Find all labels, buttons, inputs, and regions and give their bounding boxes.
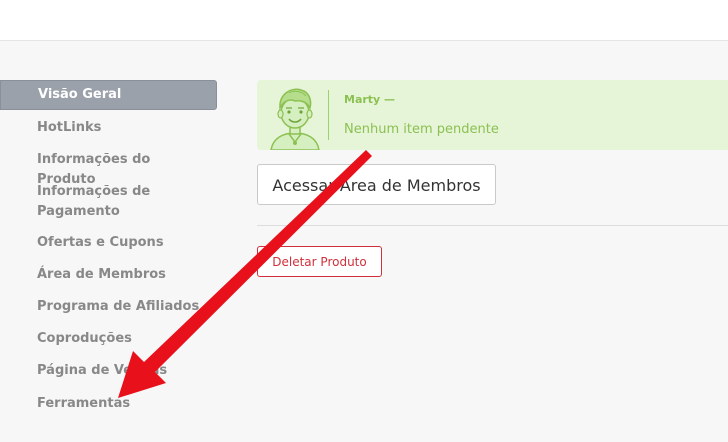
delete-product-button[interactable]: Deletar Produto	[257, 246, 382, 277]
panel-divider	[328, 90, 329, 140]
pending-message: Nenhum item pendente	[344, 122, 499, 137]
sidebar-item-visao-geral[interactable]: Visão Geral	[0, 80, 217, 110]
sidebar-item-hotlinks[interactable]: HotLinks	[37, 118, 207, 138]
access-members-area-button[interactable]: Acessar Área de Membros	[257, 164, 496, 205]
mascot-avatar-icon	[270, 88, 320, 150]
pending-author: Marty —	[344, 93, 396, 106]
sidebar-item-programa-afiliados[interactable]: Programa de Afiliados	[37, 297, 207, 317]
section-divider	[257, 225, 728, 226]
sidebar-item-label: Visão Geral	[38, 87, 122, 102]
top-bar	[0, 0, 728, 41]
sidebar-item-coproducoes[interactable]: Coproduções	[37, 329, 207, 349]
sidebar-item-area-membros[interactable]: Área de Membros	[37, 265, 207, 285]
sidebar-item-pagina-vendas[interactable]: Página de Vendas	[37, 361, 207, 381]
sidebar-item-informacoes-pagamento[interactable]: Informações de Pagamento	[37, 182, 207, 222]
sidebar-item-ferramentas[interactable]: Ferramentas	[37, 394, 207, 414]
sidebar-item-ofertas-cupons[interactable]: Ofertas e Cupons	[37, 233, 207, 253]
pending-items-panel: Marty — Nenhum item pendente	[257, 80, 728, 150]
